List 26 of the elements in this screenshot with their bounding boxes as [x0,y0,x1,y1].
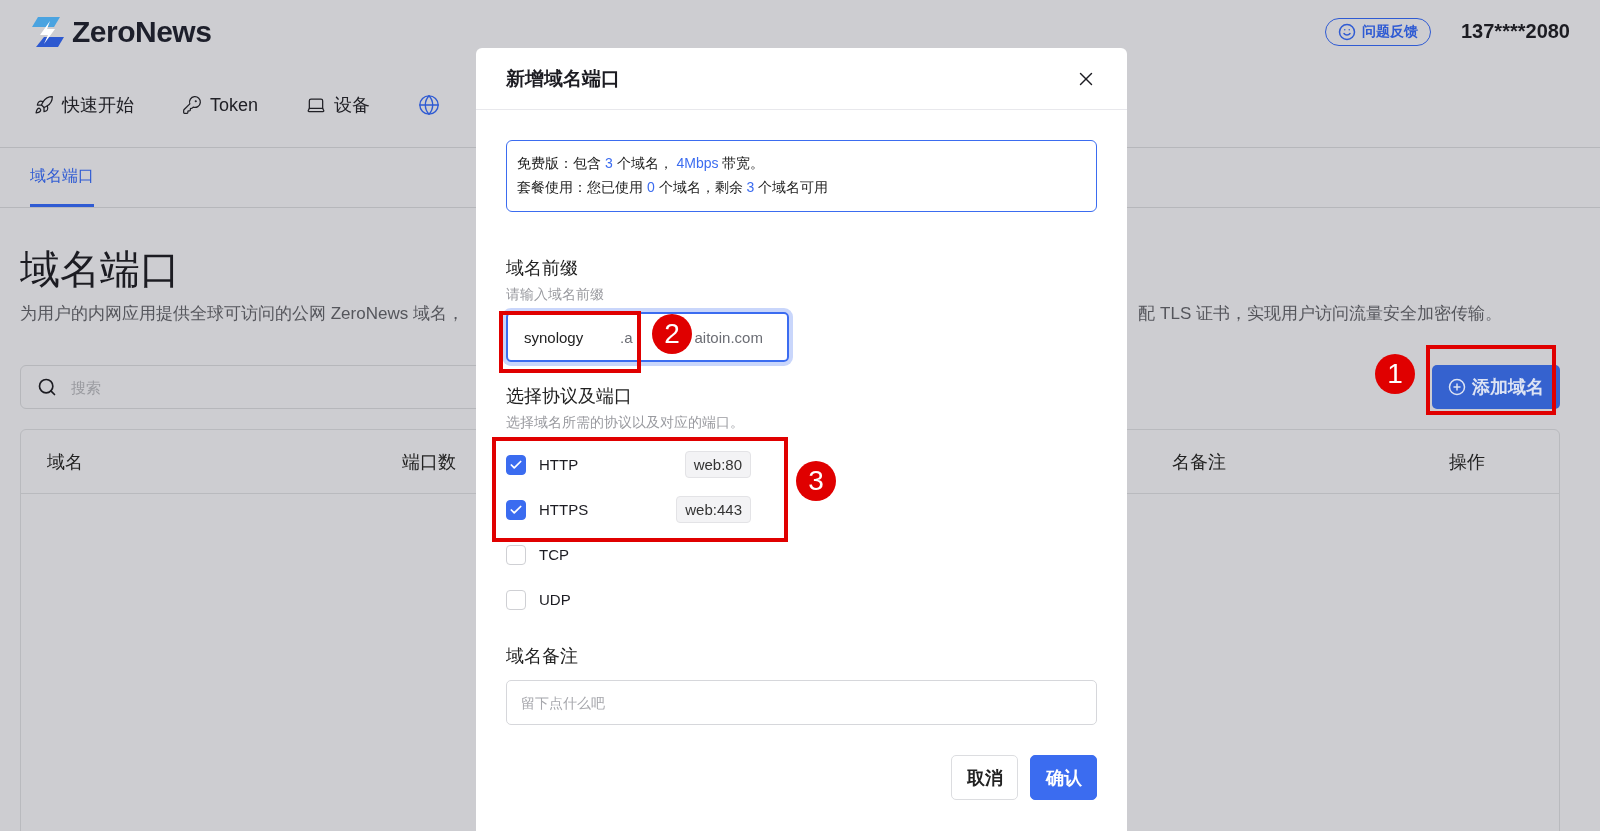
checkbox-label: HTTP [539,456,580,473]
page-description: 配 TLS 证书，实现用户访问流量安全加密传输。 [1138,303,1502,325]
field-label: 选择协议及端口 [506,385,633,408]
info-text: 套餐使用：您已使用 0 个域名，剩余 3 个域名可用 [517,179,830,197]
column-header: 名备注 [1172,450,1226,474]
domain-suffix: aitoin.com [694,328,763,346]
column-header: 操作 [1449,450,1485,474]
page-title: 域名端口 [20,246,180,293]
checkbox-label: UDP [539,591,572,608]
checkbox-label: TCP [539,546,570,563]
domain-suffix: .a [620,328,633,346]
field-hint: 选择域名所需的协议以及对应的端口。 [506,414,745,432]
page-description: 为用户的内网应用提供全球可访问的公网 ZeroNews 域名， [20,303,464,325]
port-tag: web:80 [684,451,751,478]
column-header: 域名 [47,450,83,474]
checkbox-label: HTTPS [539,501,590,518]
dialog-title: 新增域名端口 [506,66,620,91]
field-hint: 请输入域名前缀 [506,286,605,304]
port-tag: web:443 [676,496,751,523]
column-header: 端口数 [402,450,456,474]
account-name: 137****2080 [1461,20,1570,44]
step-number-overlay: 1 [1375,354,1415,394]
field-label: 域名备注 [506,645,579,668]
info-text: 免费版：包含 3 个域名， 4Mbps 带宽。 [517,155,766,173]
field-label: 域名前缀 [506,257,579,280]
logo-text: ZeroNews [72,14,212,49]
